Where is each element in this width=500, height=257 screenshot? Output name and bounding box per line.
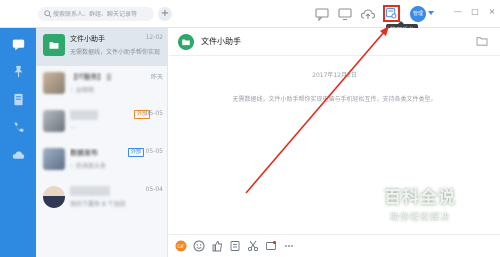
conversation-list: 文件小助手 12-02 无需数据线，文件小助手帮你实现 【IT服务】 || 昨天… <box>36 28 168 257</box>
folder-icon <box>49 42 59 49</box>
system-message: 无需数据线，文件小助手帮你实现电脑与手机轻松互传，支持各类文件类型。 <box>232 96 437 103</box>
search-input[interactable] <box>53 8 151 20</box>
pin-icon[interactable] <box>10 63 26 79</box>
conversation-preview: ：@晓晓 <box>70 87 95 94</box>
attach-icon[interactable] <box>229 240 241 252</box>
monitor-icon[interactable] <box>337 6 353 22</box>
maximize-button[interactable]: □ <box>469 7 481 16</box>
add-button[interactable]: + <box>158 7 172 21</box>
avatar <box>43 72 65 94</box>
conversation-time: 05-05 <box>145 148 163 155</box>
book-icon[interactable] <box>10 91 26 107</box>
search-box[interactable] <box>38 7 154 21</box>
conversation-time: 05-04 <box>145 186 163 193</box>
like-icon[interactable] <box>211 240 223 252</box>
avatar <box>43 148 65 170</box>
watermark-title: 百科全说 <box>384 188 456 208</box>
comment-icon[interactable] <box>314 6 330 22</box>
svg-text:GIF: GIF <box>177 244 185 250</box>
minimize-button[interactable]: — <box>452 7 464 16</box>
screenshot-icon[interactable] <box>265 240 277 252</box>
external-tag: 外部 <box>128 148 145 157</box>
file-helper-avatar <box>178 34 194 50</box>
conversation-item[interactable]: 文件小助手 12-02 无需数据线，文件小助手帮你实现 <box>36 28 167 66</box>
more-icon[interactable] <box>283 240 295 252</box>
conversation-item[interactable]: 数据发布 外部 05-05 ：的消息头条 <box>36 142 167 180</box>
admin-console-icon <box>386 8 397 19</box>
scissors-icon[interactable] <box>247 240 259 252</box>
conversation-title <box>70 186 110 196</box>
conversation-title <box>70 110 98 120</box>
left-nav-rail <box>0 28 36 257</box>
conversation-preview: 我的下属有 8 个加班 <box>70 201 126 208</box>
chat-header: 文件小助手 <box>169 28 500 56</box>
conversation-preview: … <box>70 123 76 130</box>
conversation-item[interactable]: 【IT服务】 || 昨天 ：@晓晓 <box>36 66 167 104</box>
watermark-subtitle: 助你轻松解决 <box>389 213 450 223</box>
conversation-time: 12-02 <box>145 34 163 41</box>
conversation-time: 昨天 <box>150 74 163 81</box>
message-icon[interactable] <box>10 36 26 52</box>
conversation-item[interactable]: 05-04 我的下属有 8 个加班 <box>36 180 167 218</box>
phone-icon[interactable] <box>10 119 26 135</box>
chat-title: 文件小助手 <box>201 37 241 46</box>
conversation-time: 05-05 <box>145 110 163 117</box>
cloud-upload-icon[interactable] <box>360 6 376 22</box>
top-bar: + 管理 — □ × <box>0 0 500 28</box>
message-date: 2017年12月2日 <box>312 72 357 79</box>
watermark: 百科全说 助你轻松解决 <box>360 183 480 223</box>
admin-console-button[interactable] <box>383 5 400 22</box>
conversation-title: 数据发布 <box>70 149 98 157</box>
conversation-item[interactable]: 外部 05-05 … <box>36 104 167 142</box>
emoji-icon[interactable] <box>193 240 205 252</box>
search-icon <box>44 10 52 18</box>
avatar <box>43 186 65 208</box>
conversation-preview: 无需数据线，文件小助手帮你实现 <box>70 49 161 56</box>
conversation-preview: ：的消息头条 <box>70 163 107 170</box>
folder-icon <box>182 39 190 46</box>
cloud-icon[interactable] <box>10 147 26 163</box>
user-avatar[interactable]: 管理 <box>410 6 426 22</box>
conversation-title: 文件小助手 <box>70 35 105 43</box>
file-helper-avatar <box>43 34 65 56</box>
folder-icon[interactable] <box>476 36 488 46</box>
avatar <box>43 110 65 132</box>
compose-toolbar: GIF <box>169 234 500 257</box>
chevron-down-icon[interactable] <box>428 11 434 15</box>
conversation-title: 【IT服务】 || <box>70 73 112 81</box>
emoji-gif-icon[interactable]: GIF <box>175 240 187 252</box>
close-button[interactable]: × <box>486 7 498 16</box>
